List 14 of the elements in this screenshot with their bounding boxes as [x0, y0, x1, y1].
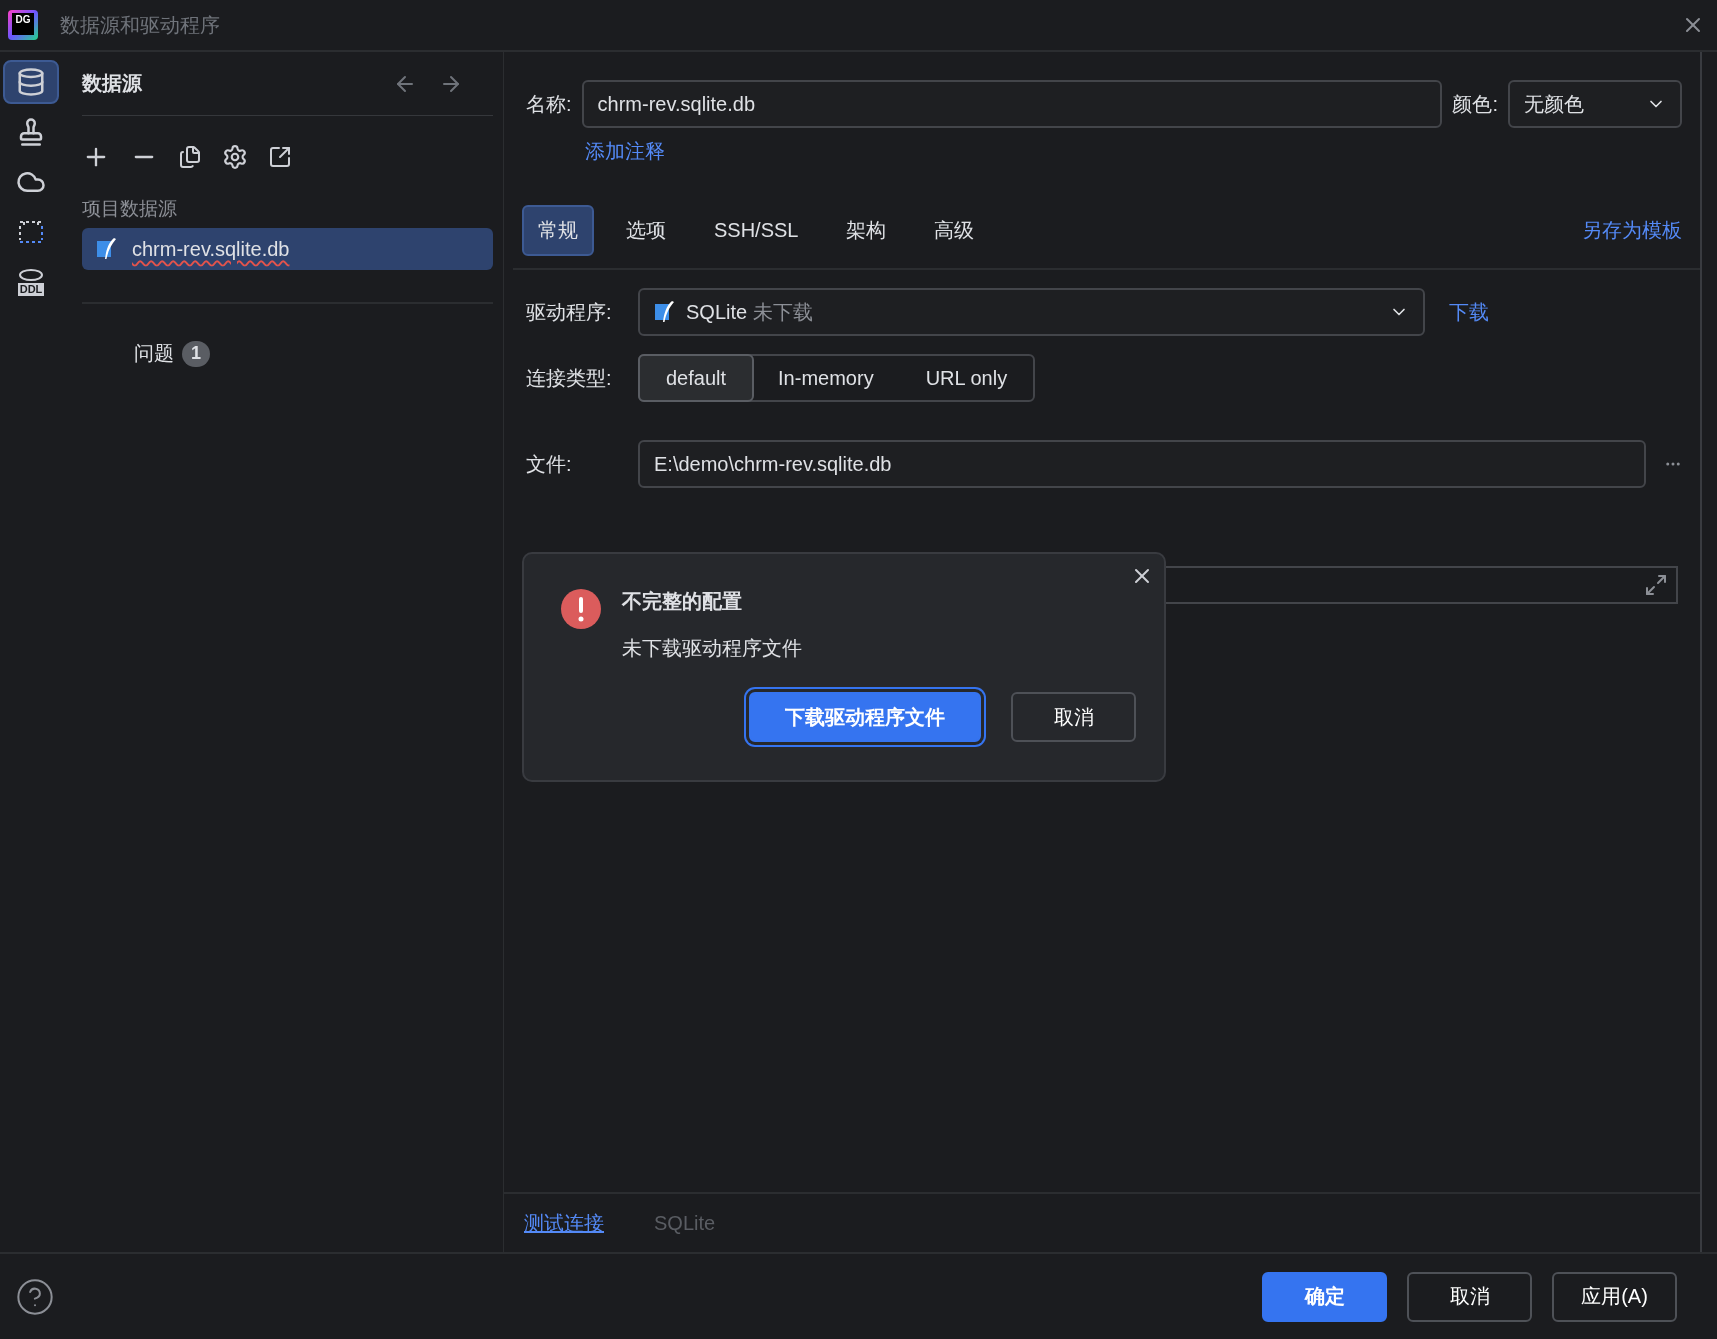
problem-count: 1 [182, 340, 210, 367]
color-label: 颜色: [1452, 91, 1498, 117]
ddl-label: DDL [17, 282, 45, 296]
name-label: 名称: [526, 91, 572, 117]
app-logo: DG [8, 10, 38, 40]
driver-label: 驱动程序: [526, 299, 613, 325]
dialog-message: 未下载驱动程序文件 [622, 636, 802, 661]
group-label: 项目数据源 [82, 197, 178, 221]
connection-type-label: 连接类型: [526, 365, 613, 391]
dialog-title: 不完整的配置 [622, 589, 743, 614]
window-title: 数据源和驱动程序 [60, 12, 221, 38]
panel-title: 数据源 [82, 71, 142, 96]
driver-name: SQLite [654, 1211, 716, 1235]
file-label: 文件: [526, 451, 573, 477]
